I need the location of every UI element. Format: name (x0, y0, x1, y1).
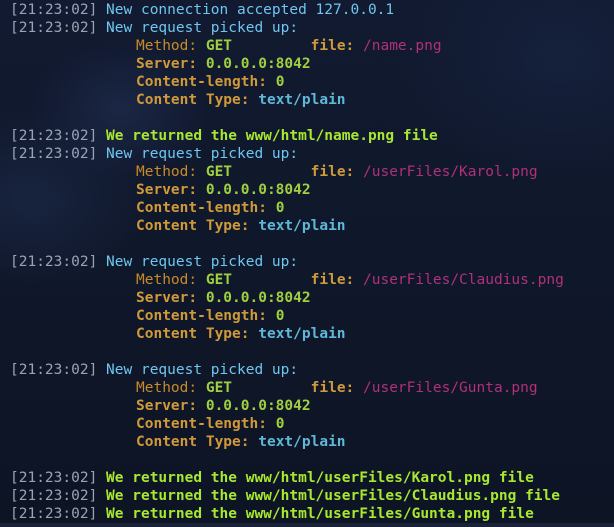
method-key: Method: (136, 38, 198, 54)
content-type-value: text/plain (258, 434, 346, 450)
log-line-request: [21:23:02] New request picked up: (0, 145, 614, 163)
log-line-method: Method: GET file: /userFiles/Claudius.pn… (0, 271, 614, 289)
log-line-request: [21:23:02] New request picked up: (0, 361, 614, 379)
log-message: New request picked up: (106, 254, 299, 270)
timestamp: [21:23:02] (10, 2, 98, 18)
log-line-server: Server: 0.0.0.0:8042 (0, 289, 614, 307)
server-key: Server: (136, 290, 198, 306)
timestamp: [21:23:02] (10, 128, 98, 144)
timestamp: [21:23:02] (10, 146, 98, 162)
method-key: Method: (136, 380, 198, 396)
timestamp: [21:23:02] (10, 254, 98, 270)
log-line-server: Server: 0.0.0.0:8042 (0, 181, 614, 199)
method-value: GET (205, 38, 233, 54)
log-message: New connection accepted 127.0.0.1 (106, 2, 395, 18)
server-key: Server: (136, 182, 198, 198)
log-line-content-type: Content Type: text/plain (0, 433, 614, 451)
timestamp: [21:23:02] (10, 362, 98, 378)
log-line-returned: [21:23:02] We returned the www/html/user… (0, 487, 614, 505)
method-key: Method: (136, 164, 198, 180)
log-line-server: Server: 0.0.0.0:8042 (0, 397, 614, 415)
content-length-key: Content-length: (136, 308, 267, 324)
timestamp: [21:23:02] (10, 20, 98, 36)
log-line-returned: [21:23:02] We returned the www/html/user… (0, 505, 614, 523)
terminal-window[interactable]: [21:23:02] New connection accepted 127.0… (0, 0, 614, 527)
log-line-content-type: Content Type: text/plain (0, 217, 614, 235)
method-value: GET (205, 164, 233, 180)
log-line-method: Method: GET file: /userFiles/Karol.png (0, 163, 614, 181)
content-type-value: text/plain (258, 218, 346, 234)
content-length-value: 0 (275, 200, 285, 216)
file-key: file: (310, 380, 355, 396)
log-line-method: Method: GET file: /userFiles/Gunta.png (0, 379, 614, 397)
file-path: /userFiles/Gunta.png (363, 380, 538, 396)
content-length-key: Content-length: (136, 416, 267, 432)
content-type-key: Content Type: (136, 92, 250, 108)
log-message: We returned the www/html/userFiles/Karol… (106, 470, 534, 486)
content-type-value: text/plain (258, 92, 346, 108)
log-line-connection: [21:23:02] New connection accepted 127.0… (0, 1, 614, 19)
log-line-returned: [21:23:02] We returned the www/html/user… (0, 469, 614, 487)
log-line-content-length: Content-length: 0 (0, 415, 614, 433)
content-length-key: Content-length: (136, 200, 267, 216)
log-line-content-length: Content-length: 0 (0, 307, 614, 325)
timestamp: [21:23:02] (10, 488, 98, 504)
content-length-value: 0 (275, 74, 285, 90)
log-message: New request picked up: (106, 362, 299, 378)
server-value: 0.0.0.0:8042 (205, 182, 311, 198)
server-key: Server: (136, 56, 198, 72)
method-value: GET (205, 380, 233, 396)
content-type-value: text/plain (258, 326, 346, 342)
file-path: /name.png (363, 38, 442, 54)
content-type-key: Content Type: (136, 326, 250, 342)
content-type-key: Content Type: (136, 434, 250, 450)
method-key: Method: (136, 272, 198, 288)
content-length-value: 0 (275, 416, 285, 432)
timestamp: [21:23:02] (10, 470, 98, 486)
log-line-method: Method: GET file: /name.png (0, 37, 614, 55)
file-key: file: (310, 272, 355, 288)
terminal-bottom-edge (0, 523, 614, 527)
log-line-request: [21:23:02] New request picked up: (0, 19, 614, 37)
server-key: Server: (136, 398, 198, 414)
log-message: New request picked up: (106, 146, 299, 162)
server-value: 0.0.0.0:8042 (205, 290, 311, 306)
server-value: 0.0.0.0:8042 (205, 56, 311, 72)
log-line-returned: [21:23:02] We returned the www/html/name… (0, 127, 614, 145)
file-path: /userFiles/Claudius.png (363, 272, 564, 288)
log-message: We returned the www/html/userFiles/Claud… (106, 488, 560, 504)
timestamp: [21:23:02] (10, 506, 98, 522)
server-value: 0.0.0.0:8042 (205, 398, 311, 414)
file-key: file: (310, 38, 355, 54)
method-value: GET (205, 272, 233, 288)
log-line-content-type: Content Type: text/plain (0, 91, 614, 109)
log-line-server: Server: 0.0.0.0:8042 (0, 55, 614, 73)
log-line-content-length: Content-length: 0 (0, 199, 614, 217)
content-length-key: Content-length: (136, 74, 267, 90)
file-key: file: (310, 164, 355, 180)
content-type-key: Content Type: (136, 218, 250, 234)
content-length-value: 0 (275, 308, 285, 324)
file-path: /userFiles/Karol.png (363, 164, 538, 180)
log-line-content-length: Content-length: 0 (0, 73, 614, 91)
log-message: New request picked up: (106, 20, 299, 36)
log-line-request: [21:23:02] New request picked up: (0, 253, 614, 271)
log-line-content-type: Content Type: text/plain (0, 325, 614, 343)
log-message: We returned the www/html/name.png file (106, 128, 438, 144)
log-message: We returned the www/html/userFiles/Gunta… (106, 506, 534, 522)
